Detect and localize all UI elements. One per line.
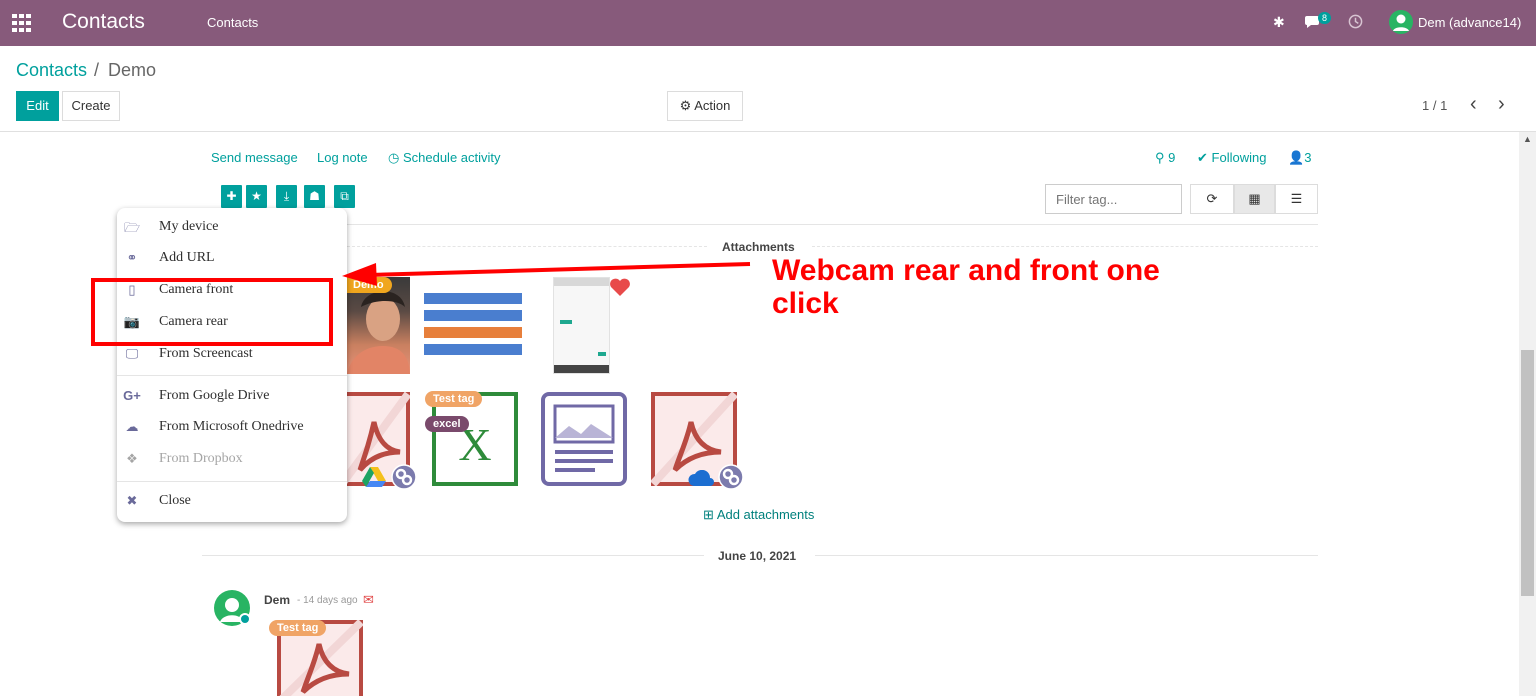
google-plus-icon: G+ [123,388,141,403]
clock-small-icon: ◷ [388,150,400,165]
dropdown-divider [117,375,347,376]
plus-icon[interactable]: ✚ [221,185,242,208]
scrollbar-thumb[interactable] [1521,350,1534,596]
list-view-button[interactable]: ☰ [1275,184,1318,214]
download-icon[interactable]: ⤓ [276,185,297,208]
scroll-up-icon[interactable]: ▲ [1523,134,1532,144]
annotation-highlight-box [91,278,333,346]
doc-bar [424,344,522,355]
attachments-divider-left [347,246,707,247]
doc-bar [424,327,522,338]
clock-icon[interactable] [1348,14,1363,29]
dropdown-item-dropbox: ❖ From Dropbox [117,445,347,475]
log-note-link[interactable]: Log note [317,150,368,165]
envelope-icon: ✉ [363,592,374,607]
date-divider-right [815,555,1318,556]
test-tag: Test tag [425,391,483,407]
cloud-icon: ☁ [125,419,139,434]
apps-grid-icon[interactable] [12,14,32,32]
attachment-count: 9 [1168,150,1176,165]
link-badge-icon [391,464,417,490]
excel-tag: excel [425,416,469,432]
attachment-document-preview[interactable] [424,293,522,355]
menu-contacts[interactable]: Contacts [207,15,258,30]
copy-icon[interactable]: ⧉ [334,185,355,208]
date-separator: June 10, 2021 [718,549,797,563]
avatar[interactable] [1389,10,1413,34]
plus-square-icon: ⊞ [703,507,714,522]
gear-icon: ⚙ [679,98,692,113]
link-icon: ⚭ [126,250,138,265]
desktop-icon: 🖵 [125,346,139,361]
annotation-text-line2: click [772,287,839,320]
annotation-text-line1: Webcam rear and front one [772,254,1160,287]
attachments-counter[interactable]: ⚲ 9 [1155,150,1175,166]
message-test-tag: Test tag [269,620,327,636]
kanban-view-button[interactable]: ▦ [1234,184,1275,214]
following-button[interactable]: ✔ Following [1197,150,1266,166]
bug-icon[interactable]: ✱ [1273,14,1285,31]
onedrive-icon [688,470,714,486]
check-icon: ✔ [1197,150,1208,165]
attachment-source-dropdown: 🗁 My device ⚭ Add URL ▯ Camera front 📷 Camer… [117,208,347,522]
dropbox-icon: ❖ [126,451,138,466]
pager-previous-icon[interactable]: ‹ [1470,93,1477,116]
message-time: - 14 days ago [297,595,358,606]
google-drive-icon [362,467,386,487]
breadcrumb-separator: / [94,60,100,80]
followers-counter[interactable]: 👤3 [1288,150,1311,166]
pager-value[interactable]: 1 / 1 [1422,98,1447,113]
dropdown-item-close[interactable]: ✖ Close [117,487,347,517]
list-icon: ☰ [1290,191,1303,206]
pager-next-icon[interactable]: › [1498,93,1505,116]
schedule-activity-label: Schedule activity [402,150,501,165]
filter-tag-input[interactable] [1045,184,1182,214]
dropdown-item-my-device[interactable]: 🗁 My device [117,213,347,243]
star-icon[interactable]: ★ [246,185,267,208]
toolbar-divider [202,224,1318,225]
user-name[interactable]: Dem (advance14) [1418,15,1521,30]
attachments-title: Attachments [722,240,795,254]
doc-bar [424,310,522,321]
close-icon: ✖ [126,493,138,508]
edit-button[interactable]: Edit [16,91,59,121]
screenshot-accent [598,352,606,356]
refresh-icon: ⟳ [1206,191,1218,206]
message-author[interactable]: Dem [264,593,290,607]
date-divider-left [202,555,704,556]
following-label: Following [1211,150,1267,165]
create-button[interactable]: Create [62,91,120,121]
screenshot-accent [560,320,572,324]
follower-count: 3 [1304,150,1312,165]
link-badge-icon-2 [718,464,744,490]
dropdown-item-google-drive[interactable]: G+ From Google Drive [117,382,347,412]
message-avatar[interactable] [214,590,252,626]
chat-count-badge: 8 [1318,12,1332,24]
refresh-button[interactable]: ⟳ [1190,184,1234,214]
action-button[interactable]: ⚙ Action [667,91,743,121]
dropdown-divider [117,481,347,482]
paperclip-icon: ⚲ [1155,150,1165,165]
annotation-arrow [342,262,751,286]
image-file-icon[interactable] [541,392,627,486]
control-panel: Contacts / Demo Edit Create ⚙ Action 1 /… [0,46,1536,132]
add-attachments-link[interactable]: ⊞ Add attachments [703,507,814,523]
screenshot-footer [554,365,609,373]
dropdown-item-onedrive[interactable]: ☁ From Microsoft Onedrive [117,413,347,443]
dropdown-item-add-url[interactable]: ⚭ Add URL [117,244,347,274]
attachments-divider-right [812,246,1318,247]
app-title[interactable]: Contacts [62,10,145,34]
page-scrollbar[interactable]: ▲ [1519,132,1536,696]
action-label: Action [694,98,731,113]
add-attachments-label: Add attachments [716,507,815,522]
grid-view-icon: ▦ [1248,191,1261,206]
folder-open-icon: 🗁 [123,220,141,235]
user-icon: 👤 [1288,150,1305,165]
send-message-link[interactable]: Send message [211,150,298,165]
breadcrumb-current: Demo [108,60,157,80]
users-icon[interactable]: ☗ [304,185,325,208]
breadcrumb-parent[interactable]: Contacts [16,60,87,81]
schedule-activity-link[interactable]: ◷ Schedule activity [388,150,501,166]
top-navbar: Contacts Contacts ✱ 8 Dem (advance14) [0,0,1536,46]
